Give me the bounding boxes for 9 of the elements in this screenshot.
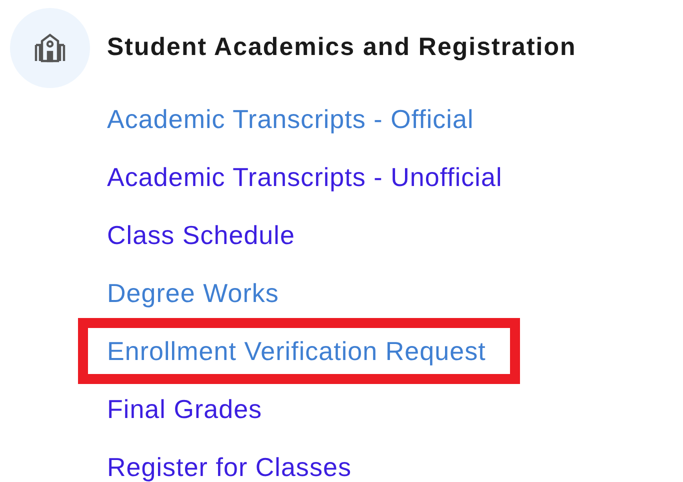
link[interactable]: Degree Works	[107, 276, 279, 310]
link[interactable]: Final Grades	[107, 392, 262, 426]
link[interactable]: Class Schedule	[107, 218, 295, 252]
section-title: Student Academics and Registration	[107, 32, 576, 64]
link[interactable]: Register for Classes	[107, 450, 352, 482]
link[interactable]: Academic Transcripts - Unofficial	[107, 160, 502, 194]
link[interactable]: Enrollment Verification Request	[107, 334, 486, 368]
building-icon	[33, 33, 67, 63]
link[interactable]: Academic Transcripts - Official	[107, 102, 474, 136]
